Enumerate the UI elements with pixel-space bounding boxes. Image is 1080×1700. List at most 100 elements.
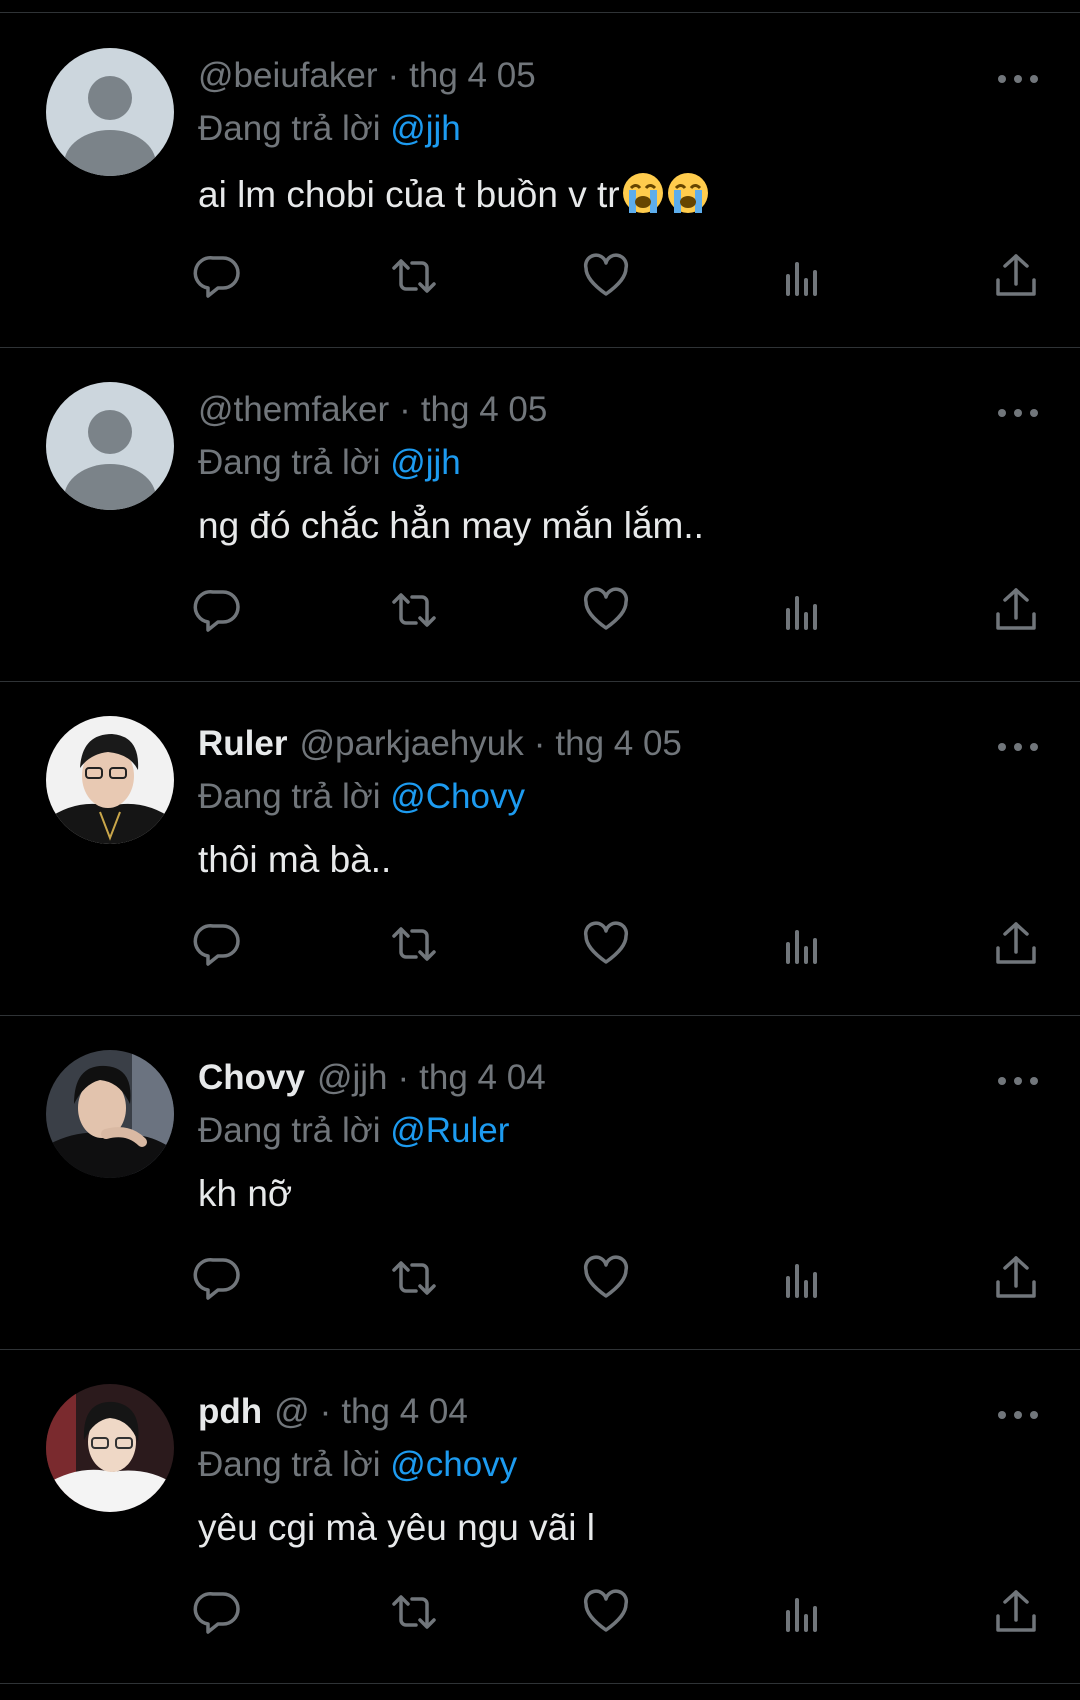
tweet-text-content: thôi mà bà.. xyxy=(198,839,392,880)
share-icon[interactable] xyxy=(990,1252,1042,1304)
tweet-text: thôi mà bà.. xyxy=(198,839,391,881)
retweet-icon[interactable] xyxy=(388,918,440,970)
separator-dot: · xyxy=(533,724,546,763)
reply-icon[interactable] xyxy=(192,1586,244,1638)
avatar[interactable] xyxy=(46,716,174,844)
views-icon[interactable] xyxy=(776,250,828,302)
more-options-icon[interactable] xyxy=(998,742,1038,752)
reply-mention-link[interactable]: @jjh xyxy=(390,109,461,148)
timestamp[interactable]: thg 4 04 xyxy=(419,1058,546,1098)
avatar[interactable] xyxy=(46,382,174,510)
display-name[interactable]: Ruler xyxy=(198,724,287,764)
views-icon[interactable] xyxy=(776,584,828,636)
reply-icon[interactable] xyxy=(192,584,244,636)
tweet-text-content: kh nỡ xyxy=(198,1173,293,1214)
separator-dot: · xyxy=(399,390,411,429)
like-icon[interactable] xyxy=(580,1586,632,1638)
profile-photo-icon xyxy=(46,1384,174,1512)
views-icon[interactable] xyxy=(776,1252,828,1304)
reply-mention-link[interactable]: @chovy xyxy=(390,1445,517,1484)
like-icon[interactable] xyxy=(580,250,632,302)
user-handle[interactable]: @ xyxy=(274,1392,310,1432)
tweet-text-content: yêu cgi mà yêu ngu vãi l xyxy=(198,1507,595,1548)
replying-to: Đang trả lời @jjh xyxy=(198,109,461,149)
tweet-actions xyxy=(0,584,1080,644)
share-icon[interactable] xyxy=(990,250,1042,302)
like-icon[interactable] xyxy=(580,1252,632,1304)
timestamp[interactable]: thg 4 05 xyxy=(409,56,536,96)
views-icon[interactable] xyxy=(776,918,828,970)
replying-prefix: Đang trả lời xyxy=(198,443,381,482)
retweet-icon[interactable] xyxy=(388,1252,440,1304)
display-name[interactable]: Chovy xyxy=(198,1058,305,1098)
reply-icon[interactable] xyxy=(192,918,244,970)
tweet-text-content: ng đó chắc hẳn may mắn lắm.. xyxy=(198,505,704,546)
tweet-text-content: ai lm chobi của t buồn v tr xyxy=(198,174,620,215)
loudly-crying-face-icon xyxy=(622,173,663,213)
reply-icon[interactable] xyxy=(192,1252,244,1304)
retweet-icon[interactable] xyxy=(388,250,440,302)
replying-to: Đang trả lời @Chovy xyxy=(198,777,525,817)
avatar[interactable] xyxy=(46,1050,174,1178)
tweet[interactable]: @themfaker · thg 4 05 Đang trả lời @jjh … xyxy=(0,348,1080,682)
tweet-header: Chovy @jjh · thg 4 04 xyxy=(198,1056,546,1100)
separator-dot: · xyxy=(397,1058,410,1097)
share-icon[interactable] xyxy=(990,1586,1042,1638)
like-icon[interactable] xyxy=(580,918,632,970)
user-handle[interactable]: @parkjaehyuk xyxy=(299,724,523,764)
default-avatar-icon xyxy=(46,48,174,176)
loudly-crying-face-icon xyxy=(667,173,708,213)
more-options-icon[interactable] xyxy=(998,74,1038,84)
views-icon[interactable] xyxy=(776,1586,828,1638)
share-icon[interactable] xyxy=(990,918,1042,970)
reply-mention-link[interactable]: @jjh xyxy=(390,443,461,482)
more-options-icon[interactable] xyxy=(998,1410,1038,1420)
replying-to: Đang trả lời @Ruler xyxy=(198,1111,509,1151)
tweet-text: kh nỡ xyxy=(198,1173,292,1215)
tweet-header: @beiufaker · thg 4 05 xyxy=(198,54,536,98)
user-handle[interactable]: @beiufaker xyxy=(198,56,378,96)
replying-prefix: Đang trả lời xyxy=(198,1445,381,1484)
tweet-actions xyxy=(0,918,1080,978)
tweet[interactable]: Chovy @jjh · thg 4 04 Đang trả lời @Rule… xyxy=(0,1016,1080,1350)
replying-prefix: Đang trả lời xyxy=(198,1111,381,1150)
separator-dot: · xyxy=(387,56,400,95)
timestamp[interactable]: thg 4 05 xyxy=(555,724,682,764)
replying-to: Đang trả lời @jjh xyxy=(198,443,461,483)
timestamp[interactable]: thg 4 05 xyxy=(421,390,548,430)
like-icon[interactable] xyxy=(580,584,632,636)
tweet-text: ai lm chobi của t buồn v tr xyxy=(198,171,710,216)
more-options-icon[interactable] xyxy=(998,1076,1038,1086)
replying-to: Đang trả lời @chovy xyxy=(198,1445,517,1485)
user-handle[interactable]: @jjh xyxy=(317,1058,388,1098)
tweet-text: yêu cgi mà yêu ngu vãi l xyxy=(198,1507,595,1549)
more-options-icon[interactable] xyxy=(998,408,1038,418)
display-name[interactable]: pdh xyxy=(198,1392,262,1432)
tweet-header: Ruler @parkjaehyuk · thg 4 05 xyxy=(198,722,682,766)
tweet[interactable]: @beiufaker · thg 4 05 Đang trả lời @jjh … xyxy=(0,14,1080,348)
user-handle[interactable]: @themfaker xyxy=(198,390,389,430)
tweet-header: @themfaker · thg 4 05 xyxy=(198,388,547,432)
reply-icon[interactable] xyxy=(192,250,244,302)
avatar[interactable] xyxy=(46,1384,174,1512)
top-divider xyxy=(0,12,1080,13)
default-avatar-icon xyxy=(46,382,174,510)
retweet-icon[interactable] xyxy=(388,1586,440,1638)
avatar[interactable] xyxy=(46,48,174,176)
reply-mention-link[interactable]: @Chovy xyxy=(390,777,525,816)
tweet-header: pdh @ · thg 4 04 xyxy=(198,1390,468,1434)
reply-mention-link[interactable]: @Ruler xyxy=(390,1111,509,1150)
tweet[interactable]: Ruler @parkjaehyuk · thg 4 05 Đang trả l… xyxy=(0,682,1080,1016)
retweet-icon[interactable] xyxy=(388,584,440,636)
timestamp[interactable]: thg 4 04 xyxy=(341,1392,468,1432)
tweet-actions xyxy=(0,1586,1080,1646)
profile-photo-icon xyxy=(46,1050,174,1178)
replying-prefix: Đang trả lời xyxy=(198,109,381,148)
profile-photo-icon xyxy=(46,716,174,844)
tweet[interactable]: pdh @ · thg 4 04 Đang trả lời @chovy yêu… xyxy=(0,1350,1080,1684)
share-icon[interactable] xyxy=(990,584,1042,636)
tweet-text: ng đó chắc hẳn may mắn lắm.. xyxy=(198,505,704,547)
separator-dot: · xyxy=(319,1392,332,1431)
tweet-actions xyxy=(0,250,1080,310)
tweet-actions xyxy=(0,1252,1080,1312)
